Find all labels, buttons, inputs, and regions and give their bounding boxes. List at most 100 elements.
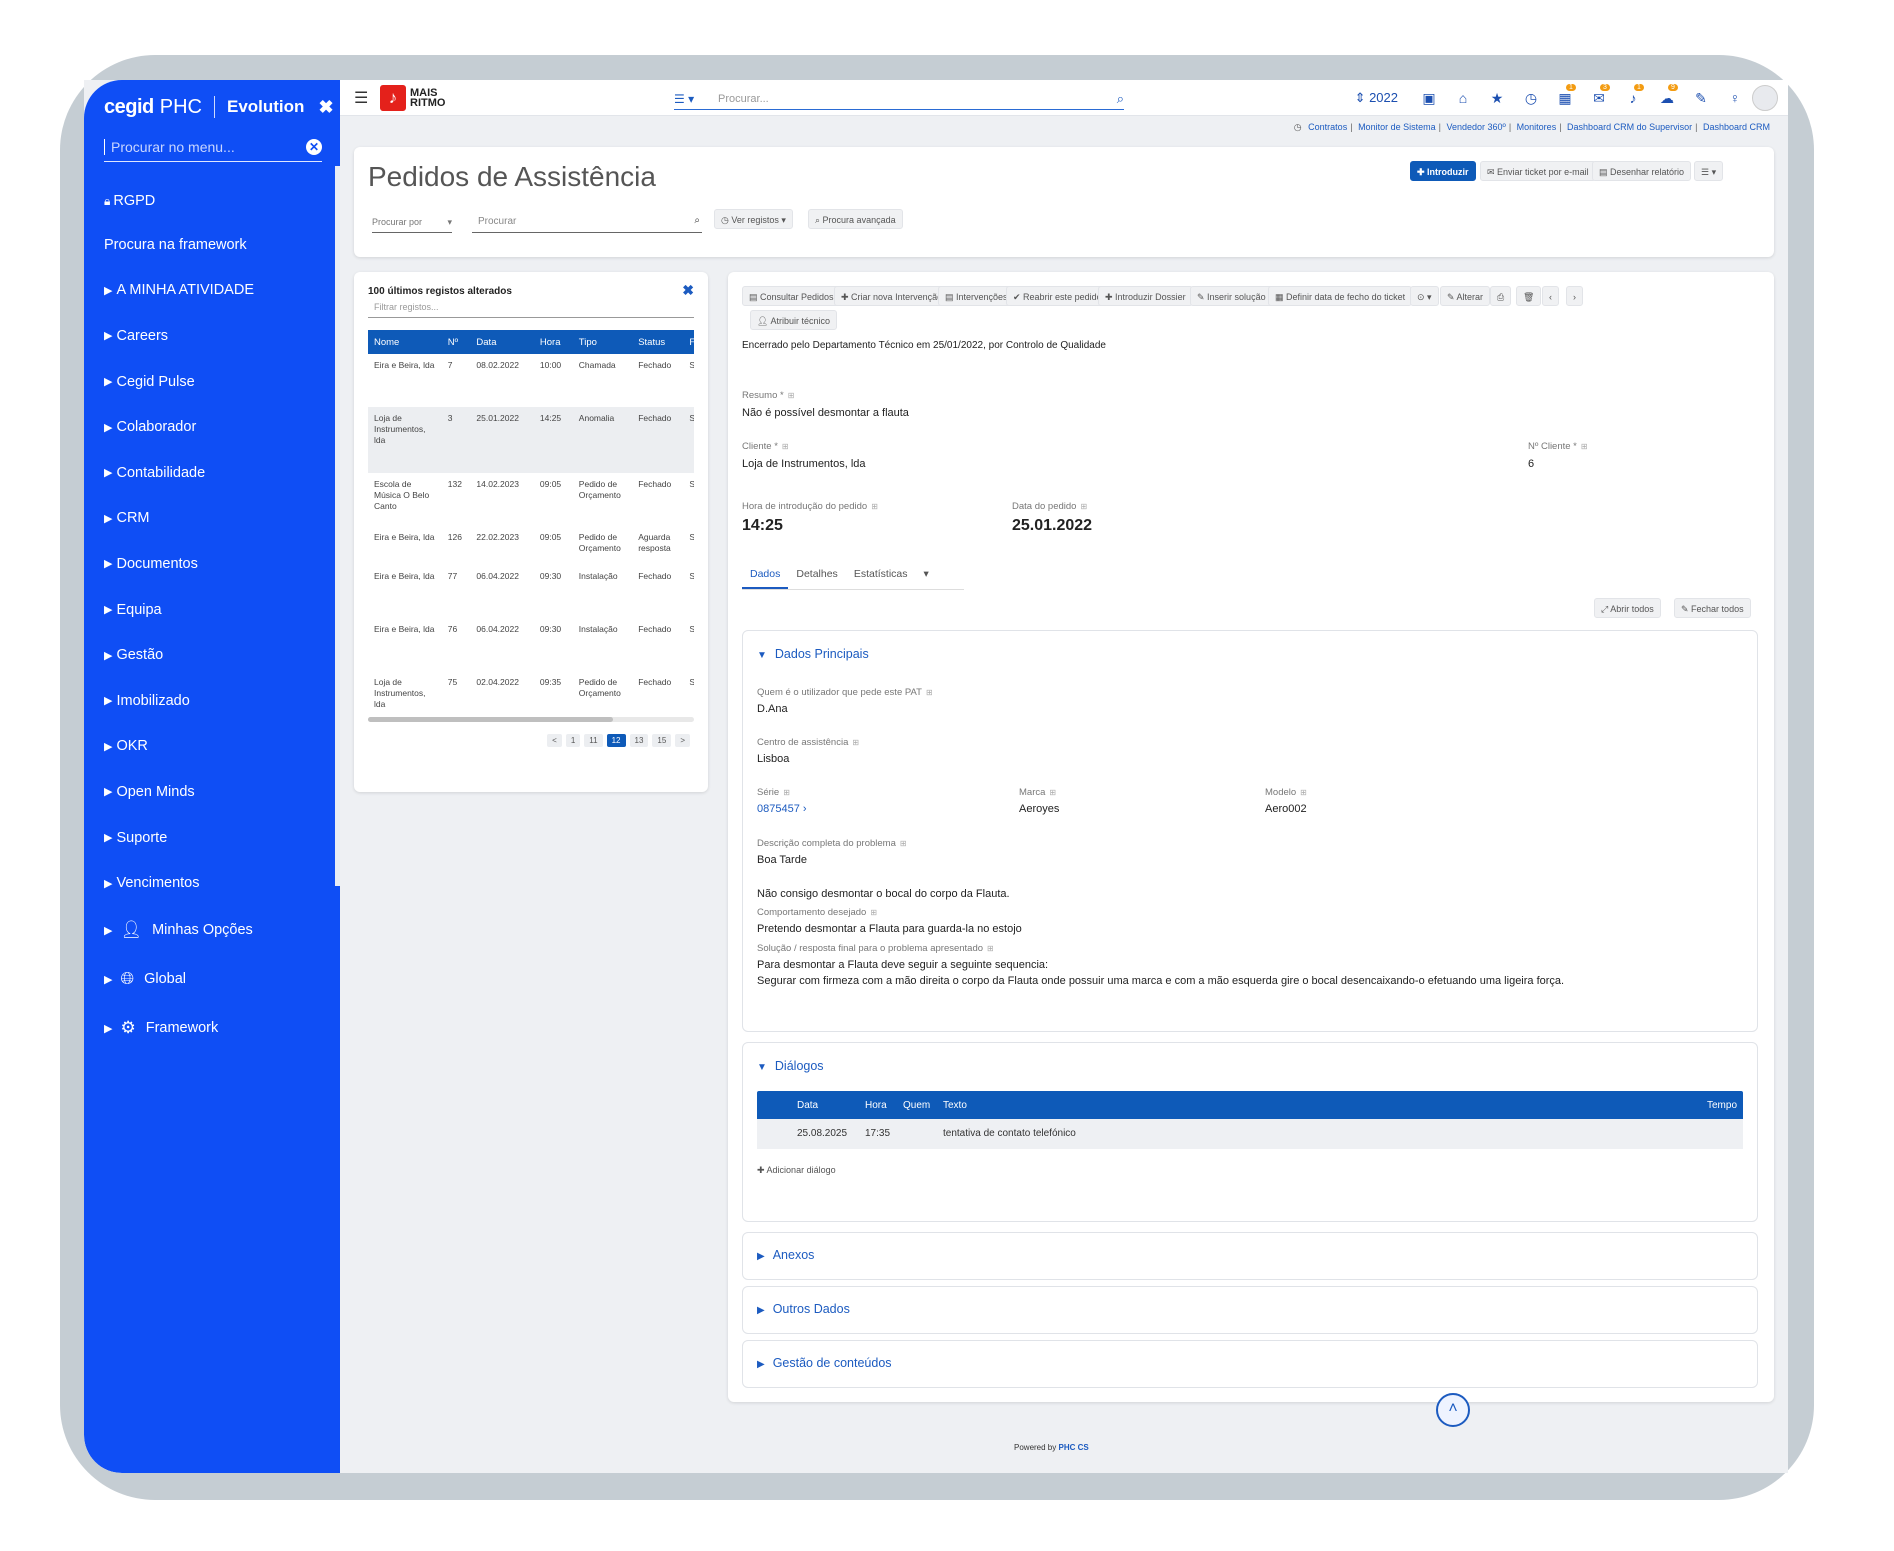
home-icon[interactable]: ⌂ (1446, 90, 1480, 106)
field-value-ncliente[interactable]: 6 (1528, 458, 1534, 470)
mail-icon[interactable]: ✉ 3 (1582, 83, 1616, 107)
page-link[interactable]: 15 (652, 734, 672, 747)
field-value-data[interactable]: 25.01.2022 (1012, 517, 1092, 535)
column-header[interactable]: Hora (865, 1100, 887, 1111)
inserir-solucao-button[interactable]: ✎ Inserir solução (1190, 286, 1273, 306)
lightbulb-icon[interactable]: ♀ (1718, 90, 1752, 106)
company-logo[interactable]: ♪ MAIS RITMO (380, 85, 445, 111)
sidebar-item-procura-framework[interactable]: Procura na framework (104, 222, 334, 268)
add-dialog-button[interactable]: ✚ Adicionar diálogo (757, 1165, 836, 1176)
section-header[interactable]: ▼ Diálogos (757, 1059, 824, 1073)
shortcut-link[interactable]: Contratos (1308, 122, 1347, 132)
sidebar-item-open-minds[interactable]: ▶ Open Minds (104, 769, 334, 815)
filter-records-input[interactable]: Filtrar registos... (368, 302, 694, 318)
close-sidebar-icon[interactable]: ✖ (318, 97, 333, 118)
search-icon[interactable]: ⌕ (1117, 91, 1124, 107)
star-icon[interactable]: ★ (1480, 90, 1514, 107)
field-value-modelo[interactable]: Aero002 (1265, 803, 1307, 815)
sidebar-item-colaborador[interactable]: ▶ Colaborador (104, 404, 334, 450)
table-row[interactable]: Loja de Instrumentos, lda 75 02.04.2022 09:… (368, 671, 694, 715)
search-icon[interactable]: ⌕ (694, 215, 700, 226)
table-row[interactable]: Eira e Beira, lda 77 06.04.2022 09:30 Instal… (368, 565, 694, 618)
year-selector[interactable]: ⇕ 2022 (1355, 90, 1398, 106)
column-header[interactable]: Hora (533, 330, 573, 354)
bell-icon[interactable]: ♪ 1 (1616, 84, 1650, 106)
column-header[interactable]: Nome (368, 330, 442, 354)
sidebar-scrollbar[interactable] (335, 166, 340, 886)
sidebar-item-gestao[interactable]: ▶ Gestão (104, 632, 334, 678)
introduzir-dossier-button[interactable]: ✚ Introduzir Dossier (1098, 286, 1193, 306)
column-header[interactable]: Texto (943, 1100, 967, 1111)
close-all-button[interactable]: ✎ Fechar todos (1674, 598, 1751, 618)
section-header[interactable]: ▼ Dados Principais (757, 647, 869, 661)
table-row[interactable]: 25.08.2025 17:35 tentativa de contato te… (757, 1119, 1743, 1149)
field-value-hora[interactable]: 14:25 (742, 517, 783, 535)
email-ticket-button[interactable]: ✉ Enviar ticket por e-mail (1480, 161, 1596, 181)
page-search-input[interactable]: Procurar ⌕ (472, 213, 702, 233)
field-value-marca[interactable]: Aeroyes (1019, 803, 1059, 815)
sidebar-item-careers[interactable]: ▶ Careers (104, 313, 334, 359)
expand-icon[interactable]: ⊞ (1080, 502, 1087, 511)
column-header[interactable]: Tempo (1707, 1100, 1737, 1111)
close-icon[interactable]: ✖ (682, 282, 694, 299)
consultar-pedidos-button[interactable]: ▤ Consultar Pedidos (742, 286, 841, 306)
list-options-button[interactable]: ☰ ▾ (1694, 161, 1724, 181)
field-value-solucao-2[interactable]: Segurar com firmeza com a mão direita o … (757, 975, 1564, 987)
shortcut-link[interactable]: Vendedor 360º (1446, 122, 1505, 132)
page-next[interactable]: > (675, 734, 690, 747)
sidebar-item-framework[interactable]: ▶ ⚙︎ Framework (104, 1004, 334, 1053)
tab-detalhes[interactable]: Detalhes (788, 562, 845, 589)
sidebar-item-global[interactable]: ▶ 🌐︎ Global (104, 955, 334, 1004)
hamburger-icon[interactable]: ☰ (354, 88, 368, 108)
chevron-right-icon[interactable]: › (1566, 286, 1583, 306)
tab-dados[interactable]: Dados (742, 562, 789, 589)
page-prev[interactable]: < (547, 734, 562, 747)
expand-icon[interactable]: ⊞ (871, 502, 878, 511)
expand-icon[interactable]: ⊞ (783, 788, 790, 797)
table-row[interactable]: Eira e Beira, lda 7 08.02.2022 10:00 Chamada… (368, 354, 694, 407)
shortcut-link[interactable]: Dashboard CRM (1703, 122, 1770, 132)
expand-icon[interactable]: ⊞ (1049, 788, 1056, 797)
sidebar-item-equipa[interactable]: ▶ Equipa (104, 587, 334, 633)
expand-icon[interactable]: ⊞ (788, 391, 795, 400)
column-header[interactable]: Data (470, 330, 534, 354)
search-by-select[interactable]: Procurar por ▾ (372, 213, 452, 233)
field-value-quem[interactable]: D.Ana (757, 703, 788, 715)
definir-fecho-button[interactable]: ▦ Definir data de fecho do ticket (1268, 286, 1413, 306)
sidebar-item-documentos[interactable]: ▶ Documentos (104, 541, 334, 587)
expand-icon[interactable]: ⊞ (870, 908, 877, 917)
list-dropdown-icon[interactable]: ☰ ▾ (674, 92, 710, 106)
page-current[interactable]: 12 (606, 734, 626, 747)
section-header[interactable]: ▶ Outros Dados (757, 1302, 850, 1316)
column-header[interactable]: Tipo (572, 330, 633, 354)
shortcut-link[interactable]: Monitores (1517, 122, 1557, 132)
sidebar-item-vencimentos[interactable]: ▶ Vencimentos (104, 860, 334, 906)
options-dropdown-icon[interactable]: ⊙ ▾ (1410, 286, 1439, 306)
new-button[interactable]: ✚ Introduzir (1410, 161, 1476, 181)
field-value-comportamento[interactable]: Pretendo desmontar a Flauta para guarda-… (757, 923, 1022, 935)
expand-icon[interactable]: ⊞ (782, 442, 789, 451)
page-link[interactable]: 11 (584, 734, 603, 747)
sidebar-item-cegid-pulse[interactable]: ▶ Cegid Pulse (104, 359, 334, 405)
page-link[interactable]: 13 (629, 734, 649, 747)
powered-brand[interactable]: PHC CS (1058, 1443, 1088, 1452)
column-header[interactable]: Nº (441, 330, 471, 354)
reabrir-pedido-button[interactable]: ✔ Reabrir este pedido (1006, 286, 1109, 306)
sidebar-item-suporte[interactable]: ▶ Suporte (104, 815, 334, 861)
menu-search-input[interactable]: Procurar no menu... ✕ (104, 132, 322, 162)
column-header[interactable]: Quem (903, 1100, 930, 1111)
column-header[interactable]: Status (632, 330, 684, 354)
report-button[interactable]: ▤ Desenhar relatório (1592, 161, 1692, 181)
section-gestao-conteudos[interactable]: ▶ Gestão de conteúdos (742, 1340, 1758, 1388)
sidebar-item-crm[interactable]: ▶ CRM (104, 496, 334, 542)
section-anexos[interactable]: ▶ Anexos (742, 1232, 1758, 1280)
expand-icon[interactable]: ⊞ (987, 944, 994, 953)
sidebar-item-minhas-opcoes[interactable]: ▶ 👤︎ Minhas Opções (104, 906, 334, 955)
global-search-input[interactable]: ☰ ▾ Procurar... ⌕ (674, 88, 1124, 110)
table-row[interactable]: Escola de Música O Belo Canto 132 14.02.20… (368, 473, 694, 526)
field-value-descricao-2[interactable]: Não consigo desmontar o bocal do corpo d… (757, 888, 1010, 900)
field-value-cliente[interactable]: Loja de Instrumentos, lda (742, 458, 866, 470)
sidebar-item-imobilizado[interactable]: ▶ Imobilizado (104, 678, 334, 724)
horizontal-scrollbar[interactable] (368, 717, 694, 722)
shortcut-link[interactable]: Monitor de Sistema (1358, 122, 1436, 132)
